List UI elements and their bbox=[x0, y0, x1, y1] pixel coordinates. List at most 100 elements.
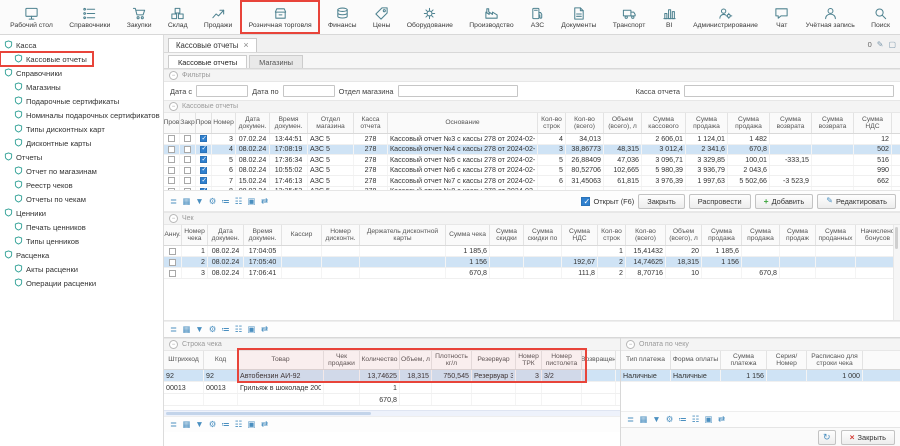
copy-icon[interactable]: ▣ bbox=[246, 197, 257, 206]
sort-icon[interactable]: ≔ bbox=[220, 197, 231, 206]
unchecked-checkbox-icon[interactable] bbox=[184, 156, 191, 163]
tab-cash-reports[interactable]: Кассовые отчеты × bbox=[168, 38, 257, 52]
table-row[interactable]: 715.02.2417:46:13АЗС 5278Кассовый отчет … bbox=[164, 176, 900, 187]
column-header[interactable]: Сумма возврата bbox=[770, 113, 812, 133]
column-header[interactable]: Сумма скидки bbox=[490, 225, 524, 245]
store-dept-input[interactable] bbox=[398, 85, 518, 97]
unchecked-checkbox-icon[interactable] bbox=[184, 135, 191, 142]
subtab-0[interactable]: Кассовые отчеты bbox=[168, 55, 247, 68]
checked-checkbox-icon[interactable] bbox=[200, 167, 207, 174]
checked-checkbox-icon[interactable] bbox=[200, 135, 207, 142]
column-header[interactable]: Дата докумен. bbox=[236, 113, 270, 133]
horizontal-scrollbar[interactable] bbox=[164, 410, 620, 416]
columns-icon[interactable]: ☷ bbox=[233, 325, 244, 334]
collapse-icon[interactable]: − bbox=[169, 340, 178, 349]
columns-icon[interactable]: ☷ bbox=[690, 415, 701, 424]
sidebar-group-label[interactable]: Расценка bbox=[0, 248, 163, 262]
table-row[interactable]: 307.02.2413:44:51АЗС 5278Кассовый отчет … bbox=[164, 134, 900, 145]
settings-icon[interactable]: ⚙ bbox=[207, 420, 218, 429]
date-to-input[interactable] bbox=[283, 85, 335, 97]
sidebar-item[interactable]: Отчет по магазинам bbox=[0, 164, 163, 178]
column-header[interactable]: Номер ТРК bbox=[516, 351, 542, 369]
column-header[interactable]: Держатель дисконтной карты bbox=[360, 225, 446, 245]
table-row[interactable]: 108.02.2417:04:051 185,6115,41432201 185… bbox=[164, 246, 900, 257]
column-header[interactable]: Номер чека bbox=[182, 225, 208, 245]
column-header[interactable]: Объем, л bbox=[400, 351, 432, 369]
columns-icon[interactable]: ☷ bbox=[233, 420, 244, 429]
unchecked-checkbox-icon[interactable] bbox=[169, 248, 176, 255]
copy-icon[interactable]: ▣ bbox=[246, 325, 257, 334]
column-header[interactable]: Товар bbox=[238, 351, 324, 369]
column-header[interactable]: Время докумен. bbox=[270, 113, 308, 133]
column-header[interactable]: Плотность кг/л bbox=[432, 351, 472, 369]
column-header[interactable]: Расписано для строки чека bbox=[807, 351, 863, 369]
toolbar-item-transport[interactable]: Транспорт bbox=[605, 0, 654, 34]
collapse-icon[interactable]: − bbox=[626, 340, 635, 349]
column-header[interactable]: Анну. bbox=[164, 225, 182, 245]
sidebar-group-label[interactable]: Касса bbox=[0, 38, 163, 52]
open-f6-checkbox[interactable]: Открыт (F6) bbox=[581, 197, 634, 206]
sidebar-item[interactable]: Операции расценки bbox=[0, 276, 163, 290]
expand-icon[interactable]: ▢ bbox=[888, 40, 896, 49]
filter-icon[interactable]: ▼ bbox=[194, 420, 205, 429]
column-header[interactable]: Возвращен bbox=[582, 351, 616, 369]
column-header[interactable]: Форма оплаты bbox=[671, 351, 721, 369]
close-tab-icon[interactable]: × bbox=[243, 41, 248, 50]
toolbar-item-warehouse[interactable]: Склад bbox=[160, 0, 196, 34]
unchecked-checkbox-icon[interactable] bbox=[168, 135, 175, 142]
date-from-input[interactable] bbox=[196, 85, 248, 97]
sidebar-item[interactable]: Типы ценников bbox=[0, 234, 163, 248]
export-icon[interactable]: ⇄ bbox=[259, 197, 270, 206]
toolbar-item-references[interactable]: Справочники bbox=[61, 0, 119, 34]
edit-button[interactable]: ✎Редактировать bbox=[817, 194, 896, 209]
unchecked-checkbox-icon[interactable] bbox=[169, 259, 176, 266]
vertical-scrollbar[interactable] bbox=[893, 225, 900, 320]
table-row[interactable]: НаличныеНаличные1 1561 000 bbox=[621, 370, 900, 382]
collapse-icon[interactable]: − bbox=[169, 102, 178, 111]
column-header[interactable]: Номер пистолета bbox=[542, 351, 582, 369]
toolbar-item-sales[interactable]: Продажи bbox=[196, 0, 241, 34]
cash-report-input[interactable] bbox=[684, 85, 894, 97]
toolbar-item-documents[interactable]: Документы bbox=[553, 0, 604, 34]
column-header[interactable]: Сумма НДС bbox=[562, 225, 598, 245]
column-header[interactable]: Сумма продажа bbox=[728, 113, 770, 133]
column-header[interactable]: Сумма платежа bbox=[721, 351, 767, 369]
table-row[interactable]: 408.02.2417:08:19АЗС 5278Кассовый отчет … bbox=[164, 145, 900, 156]
settings-icon[interactable]: ⚙ bbox=[664, 415, 675, 424]
columns-icon[interactable]: ☷ bbox=[233, 197, 244, 206]
toolbar-item-desktop[interactable]: Рабочий стол bbox=[2, 0, 61, 34]
sidebar-item[interactable]: Печать ценников bbox=[0, 220, 163, 234]
refresh-button[interactable]: ↻ bbox=[818, 430, 836, 445]
sidebar-item[interactable]: Магазины bbox=[0, 80, 163, 94]
export-icon[interactable]: ⇄ bbox=[259, 325, 270, 334]
sidebar-group-label[interactable]: Справочники bbox=[0, 66, 163, 80]
column-header[interactable]: Сумма чека bbox=[446, 225, 490, 245]
column-header[interactable]: Сумма продажа bbox=[702, 225, 742, 245]
toolbar-item-prices[interactable]: Цены bbox=[365, 0, 399, 34]
toolbar-item-finance[interactable]: Финансы bbox=[320, 0, 365, 34]
filter-icon[interactable]: ▼ bbox=[194, 325, 205, 334]
sort-icon[interactable]: ≔ bbox=[677, 415, 688, 424]
close-panel-button[interactable]: ×Закрыть bbox=[841, 430, 895, 445]
column-header[interactable]: Кол-во строк bbox=[538, 113, 566, 133]
unchecked-checkbox-icon[interactable] bbox=[184, 177, 191, 184]
table-row[interactable]: 508.02.2417:36:34АЗС 5278Кассовый отчет … bbox=[164, 155, 900, 166]
sidebar-item[interactable]: Отчеты по чекам bbox=[0, 192, 163, 206]
toolbar-item-chat[interactable]: Чат bbox=[766, 0, 797, 34]
copy-icon[interactable]: ▣ bbox=[246, 420, 257, 429]
sidebar-item[interactable]: Дисконтные карты bbox=[0, 136, 163, 150]
checked-checkbox-icon[interactable] bbox=[200, 177, 207, 184]
column-header[interactable]: Пров bbox=[196, 113, 212, 133]
toolbar-item-gas-station[interactable]: АЗС bbox=[522, 0, 553, 34]
column-header[interactable]: Количество bbox=[360, 351, 400, 369]
copy-icon[interactable]: ▣ bbox=[703, 415, 714, 424]
edit-icon[interactable]: ✎ bbox=[877, 40, 884, 49]
column-header[interactable]: Серия/ Номер bbox=[767, 351, 807, 369]
sidebar-group-label[interactable]: Отчеты bbox=[0, 150, 163, 164]
add-button[interactable]: +Добавить bbox=[755, 194, 814, 209]
list-view-icon[interactable]: ≣ bbox=[168, 420, 179, 429]
unchecked-checkbox-icon[interactable] bbox=[168, 156, 175, 163]
unchecked-checkbox-icon[interactable] bbox=[184, 146, 191, 153]
column-header[interactable]: Резервуар bbox=[472, 351, 516, 369]
table-row[interactable]: 0001300013Грильяж в шоколаде 2001 bbox=[164, 382, 620, 394]
